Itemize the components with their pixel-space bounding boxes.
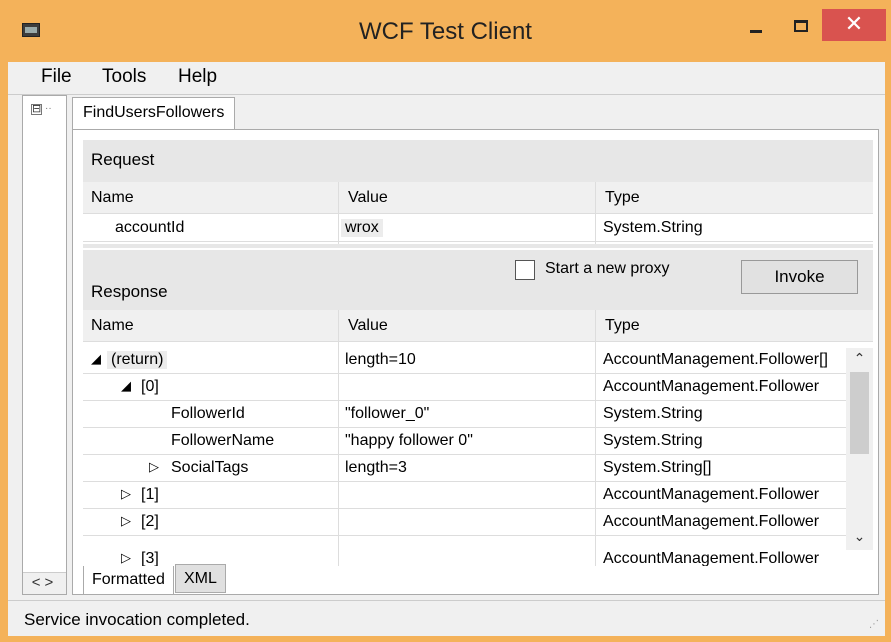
- table-row[interactable]: ▷ [3] AccountManagement.Follower: [83, 536, 873, 566]
- response-grid: Name Value Type ◢ (return) length=10 Acc…: [83, 310, 873, 566]
- scroll-up-icon[interactable]: ⌃: [846, 350, 873, 370]
- tab-panel: Request Name Value Type accountId wrox S: [72, 129, 879, 595]
- table-row[interactable]: ▷ [1] AccountManagement.Follower: [83, 482, 873, 509]
- request-section: Request Name Value Type accountId wrox S: [83, 140, 873, 248]
- tab-formatted[interactable]: Formatted: [83, 566, 174, 595]
- start-proxy-label[interactable]: Start a new proxy: [545, 260, 670, 278]
- minimize-icon: [750, 30, 762, 33]
- expanded-icon[interactable]: ◢: [91, 351, 101, 367]
- main-content: ⊟ ·· <> FindUsersFollowers Request Name …: [8, 94, 885, 595]
- menu-tools[interactable]: Tools: [102, 66, 146, 88]
- row-name: [2]: [141, 513, 159, 530]
- row-name: (return): [107, 351, 168, 369]
- row-name: [1]: [141, 486, 159, 503]
- horizontal-scroll-arrows[interactable]: <>: [23, 572, 66, 594]
- row-value: "follower_0": [345, 405, 430, 422]
- table-row[interactable]: accountId wrox System.String: [83, 215, 873, 242]
- table-row[interactable]: ▷ [2] AccountManagement.Follower: [83, 509, 873, 536]
- param-type: System.String: [603, 219, 703, 236]
- client-area: File Tools Help ⊟ ·· <> FindUsersFollowe…: [8, 62, 885, 636]
- collapsed-icon[interactable]: ▷: [121, 513, 131, 529]
- request-grid: Name Value Type accountId wrox System.St…: [83, 182, 873, 244]
- table-row[interactable]: ◢ [0] AccountManagement.Follower: [83, 374, 873, 401]
- header-name: Name: [91, 189, 134, 206]
- tab-find-users-followers[interactable]: FindUsersFollowers: [72, 97, 236, 131]
- minimize-button[interactable]: [738, 10, 774, 42]
- param-value-input[interactable]: wrox: [341, 219, 383, 237]
- menu-bar: File Tools Help: [8, 62, 885, 92]
- row-type: AccountManagement.Follower: [603, 486, 820, 503]
- status-bar: Service invocation completed. ⋰: [8, 600, 885, 636]
- app-window: WCF Test Client ✕ File Tools Help ⊟ ·· <…: [0, 0, 891, 642]
- header-value: Value: [348, 317, 388, 334]
- table-row[interactable]: ▷ SocialTags length=3 System.String[]: [83, 455, 873, 482]
- menu-file[interactable]: File: [41, 66, 72, 88]
- expanded-icon[interactable]: ◢: [121, 378, 131, 394]
- table-row[interactable]: FollowerId "follower_0" System.String: [83, 401, 873, 428]
- scroll-thumb[interactable]: [850, 372, 869, 454]
- response-title: Response: [91, 282, 168, 301]
- tab-xml[interactable]: XML: [175, 564, 226, 593]
- document-tabs: FindUsersFollowers: [72, 97, 885, 131]
- menu-help[interactable]: Help: [178, 66, 217, 88]
- collapsed-icon[interactable]: ▷: [121, 550, 131, 566]
- invoke-button[interactable]: Invoke: [741, 260, 858, 294]
- row-name: FollowerId: [171, 405, 245, 422]
- tree-connector: ··: [45, 103, 52, 114]
- row-type: AccountManagement.Follower: [603, 513, 820, 530]
- table-row[interactable]: ◢ (return) length=10 AccountManagement.F…: [83, 347, 873, 374]
- view-tabs: Formatted XML: [83, 564, 873, 596]
- request-title: Request: [91, 150, 155, 169]
- header-name: Name: [91, 317, 134, 334]
- row-type: System.String: [603, 432, 703, 449]
- collapsed-icon[interactable]: ▷: [121, 486, 131, 502]
- service-tree[interactable]: ⊟ ·· <>: [22, 95, 67, 595]
- row-value: "happy follower 0": [345, 432, 473, 449]
- header-type: Type: [605, 317, 640, 334]
- row-type: AccountManagement.Follower[]: [603, 351, 828, 368]
- row-type: System.String[]: [603, 459, 712, 476]
- maximize-icon: [794, 20, 808, 32]
- row-type: System.String: [603, 405, 703, 422]
- request-grid-header: Name Value Type: [83, 182, 873, 214]
- close-button[interactable]: ✕: [822, 9, 886, 41]
- start-proxy-checkbox[interactable]: [515, 260, 535, 280]
- maximize-button[interactable]: [783, 10, 819, 42]
- row-type: AccountManagement.Follower: [603, 550, 820, 566]
- response-grid-header: Name Value Type: [83, 310, 873, 342]
- response-scrollbar[interactable]: ⌃ ⌄: [846, 348, 873, 550]
- row-name: [3]: [141, 550, 159, 566]
- row-type: AccountManagement.Follower: [603, 378, 820, 395]
- param-name: accountId: [115, 219, 185, 236]
- response-section: Start a new proxy Invoke Response Name V…: [83, 250, 873, 566]
- title-bar[interactable]: WCF Test Client ✕: [0, 0, 891, 62]
- row-name: FollowerName: [171, 432, 275, 449]
- row-value: length=10: [345, 351, 416, 368]
- collapsed-icon[interactable]: ▷: [149, 459, 159, 475]
- row-value: length=3: [345, 459, 407, 476]
- resize-grip-icon[interactable]: ⋰: [869, 619, 879, 630]
- row-name: SocialTags: [171, 459, 249, 476]
- header-type: Type: [605, 189, 640, 206]
- scroll-down-icon[interactable]: ⌄: [846, 528, 873, 548]
- header-value: Value: [348, 189, 388, 206]
- table-row[interactable]: FollowerName "happy follower 0" System.S…: [83, 428, 873, 455]
- status-text: Service invocation completed.: [24, 610, 250, 629]
- row-name: [0]: [141, 378, 159, 395]
- close-icon: ✕: [844, 11, 864, 36]
- collapse-node-icon[interactable]: ⊟: [31, 104, 42, 115]
